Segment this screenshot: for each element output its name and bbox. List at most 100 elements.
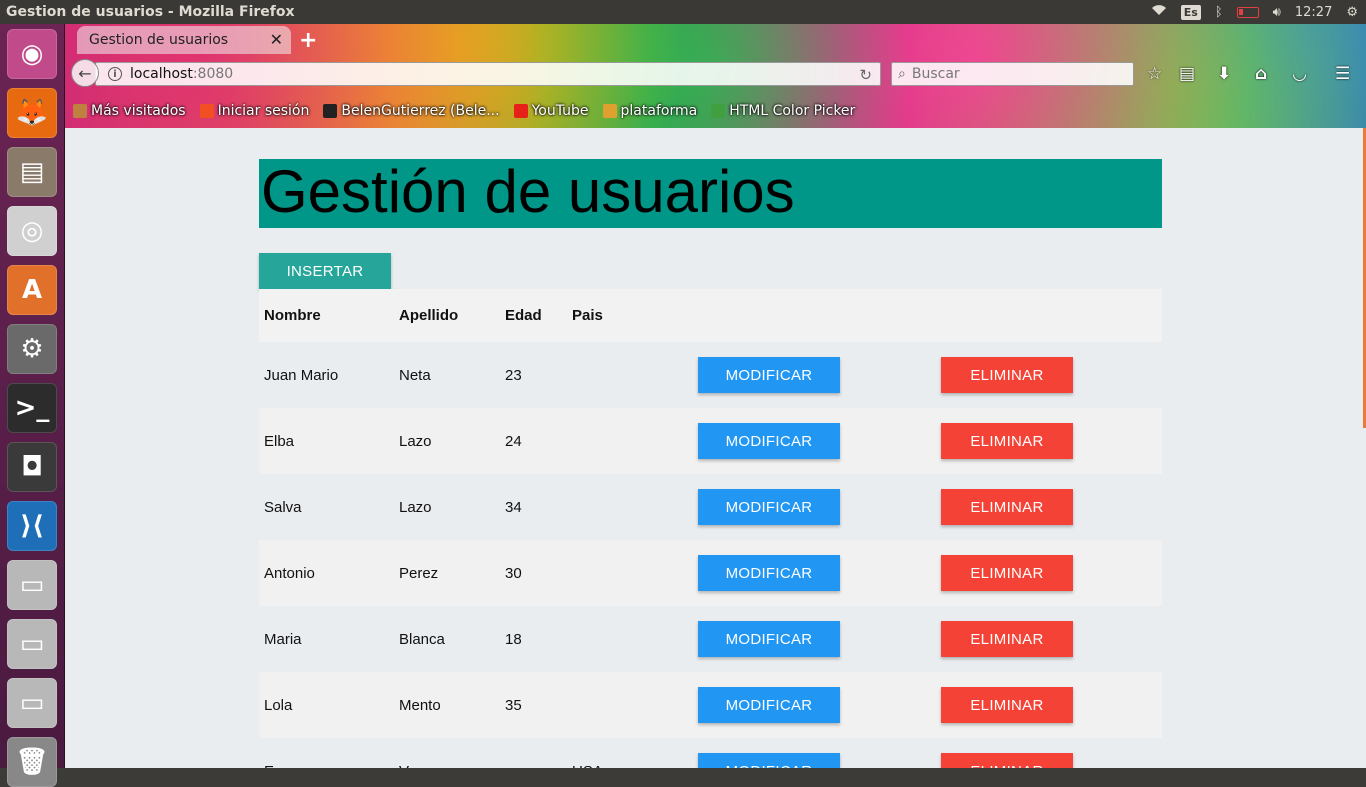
indicators: Es ᛒ 🔊︎ 12:27 ⚙ — [1151, 0, 1358, 24]
tab-title: Gestion de usuarios — [89, 32, 229, 48]
url-host: localhost — [130, 66, 193, 82]
search-bar[interactable]: ⌕ Buscar — [891, 62, 1134, 86]
table-row: Maria Blanca 18 MODIFICAR ELIMINAR — [259, 606, 1162, 672]
cell-edad: 34 — [505, 498, 522, 516]
insert-button[interactable]: INSERTAR — [259, 253, 391, 289]
reading-list-icon[interactable]: ▤ — [1179, 64, 1195, 84]
delete-button[interactable]: ELIMINAR — [941, 621, 1073, 657]
column-header-pais: Pais — [572, 307, 603, 324]
delete-button[interactable]: ELIMINAR — [941, 357, 1073, 393]
bookmark-item[interactable]: HTML Color Picker — [711, 103, 855, 119]
column-header-nombre: Nombre — [264, 307, 321, 324]
launcher-disk-icon[interactable]: ◘ — [7, 442, 57, 492]
bookmark-favicon-icon — [323, 104, 338, 118]
keyboard-layout-indicator[interactable]: Es — [1180, 4, 1201, 20]
cell-apellido: Perez — [399, 564, 439, 582]
modify-button[interactable]: MODIFICAR — [698, 423, 840, 459]
bookmark-label: plataforma — [620, 103, 698, 119]
chrome-glyph: ◎ — [20, 216, 44, 246]
users-table: Nombre Apellido Edad Pais Juan Mario Neta… — [259, 289, 1162, 768]
bookmark-favicon-icon — [199, 104, 214, 118]
cell-nombre: Salva — [264, 498, 302, 516]
bookmark-item[interactable]: Iniciar sesión — [199, 103, 310, 119]
firefox-toolbar: Gestion de usuarios ✕ + i localhost:8080… — [65, 24, 1366, 128]
launcher-drive-2-icon[interactable]: ▭ — [7, 619, 57, 669]
launcher-vscode-icon[interactable]: ⟩⟨ — [7, 501, 57, 551]
cell-nombre: Maria — [264, 630, 302, 648]
bookmark-star-icon[interactable]: ☆ — [1147, 64, 1162, 84]
bookmark-label: Iniciar sesión — [217, 103, 310, 119]
cell-apellido: V — [399, 738, 409, 769]
bookmark-item[interactable]: YouTube — [513, 103, 589, 119]
new-tab-icon[interactable]: + — [299, 28, 317, 53]
reload-icon[interactable]: ↻ — [859, 66, 872, 84]
wifi-icon[interactable] — [1151, 4, 1167, 20]
cell-apellido: Neta — [399, 366, 431, 384]
cell-nombre: Antonio — [264, 564, 315, 582]
launcher-trash-icon[interactable]: 🗑 — [7, 737, 57, 787]
pocket-icon[interactable]: ◡ — [1293, 64, 1306, 84]
modify-button[interactable]: MODIFICAR — [698, 621, 840, 657]
bookmark-favicon-icon — [711, 104, 726, 118]
cell-apellido: Mento — [399, 696, 441, 714]
modify-button[interactable]: MODIFICAR — [698, 489, 840, 525]
clock[interactable]: 12:27 — [1295, 5, 1332, 20]
drive-3-glyph: ▭ — [19, 688, 45, 718]
search-placeholder: Buscar — [911, 66, 960, 82]
cell-apellido: Lazo — [399, 432, 432, 450]
home-icon[interactable]: ⌂ — [1255, 64, 1267, 84]
modify-button[interactable]: MODIFICAR — [698, 687, 840, 723]
cell-nombre: Juan Mario — [264, 366, 339, 384]
unity-launcher: ◉ 🦊 ▤ ◎ A ⚙ >_ ◘ ⟩⟨ ▭ ▭ ▭ 🗑 — [0, 24, 65, 787]
cell-nombre: Lola — [264, 696, 293, 714]
launcher-files-icon[interactable]: ▤ — [7, 147, 57, 197]
delete-button[interactable]: ELIMINAR — [941, 687, 1073, 723]
cell-edad: 24 — [505, 432, 522, 450]
battery-icon[interactable] — [1236, 6, 1259, 18]
cell-edad: 23 — [505, 366, 522, 384]
menu-icon[interactable]: ☰ — [1335, 64, 1350, 84]
cell-apellido: Lazo — [399, 498, 432, 516]
disk-glyph: ◘ — [21, 452, 43, 482]
power-gear-icon[interactable]: ⚙ — [1346, 5, 1358, 20]
trash-glyph: 🗑 — [15, 747, 49, 777]
top-panel: Gestion de usuarios - Mozilla Firefox Es… — [0, 0, 1366, 24]
table-row: Antonio Perez 30 MODIFICAR ELIMINAR — [259, 540, 1162, 606]
bluetooth-icon[interactable]: ᛒ — [1215, 5, 1223, 20]
drive-2-glyph: ▭ — [19, 629, 45, 659]
modify-button[interactable]: MODIFICAR — [698, 753, 840, 768]
launcher-system-settings-icon[interactable]: ⚙ — [7, 324, 57, 374]
bookmarks-toolbar: Más visitados Iniciar sesión BelenGutierre… — [73, 100, 855, 122]
url-bar[interactable]: i localhost:8080 ↻ — [95, 62, 881, 86]
launcher-drive-1-icon[interactable]: ▭ — [7, 560, 57, 610]
downloads-icon[interactable]: ⬇ — [1217, 64, 1231, 84]
files-glyph: ▤ — [19, 157, 45, 187]
delete-button[interactable]: ELIMINAR — [941, 423, 1073, 459]
page-viewport: Gestión de usuarios INSERTAR Nombre Apel… — [65, 128, 1366, 768]
bookmark-item[interactable]: BelenGutierrez (Bele... — [323, 103, 500, 119]
launcher-terminal-icon[interactable]: >_ — [7, 383, 57, 433]
page-title: Gestión de usuarios — [261, 158, 795, 225]
bookmark-item[interactable]: plataforma — [602, 103, 698, 119]
modify-button[interactable]: MODIFICAR — [698, 555, 840, 591]
launcher-drive-3-icon[interactable]: ▭ — [7, 678, 57, 728]
tab-gestion-de-usuarios[interactable]: Gestion de usuarios ✕ — [77, 26, 291, 54]
modify-button[interactable]: MODIFICAR — [698, 357, 840, 393]
bookmark-item[interactable]: Más visitados — [73, 103, 186, 119]
delete-button[interactable]: ELIMINAR — [941, 489, 1073, 525]
software-center-glyph: A — [21, 275, 43, 305]
delete-button[interactable]: ELIMINAR — [941, 555, 1073, 591]
bookmark-label: BelenGutierrez (Bele... — [341, 103, 500, 119]
back-button[interactable]: ← — [71, 59, 99, 87]
drive-1-glyph: ▭ — [19, 570, 45, 600]
launcher-ubuntu-dash-icon[interactable]: ◉ — [7, 29, 57, 79]
launcher-chrome-icon[interactable]: ◎ — [7, 206, 57, 256]
volume-icon[interactable]: 🔊︎ — [1273, 5, 1281, 20]
column-header-edad: Edad — [505, 307, 542, 324]
launcher-software-center-icon[interactable]: A — [7, 265, 57, 315]
delete-button[interactable]: ELIMINAR — [941, 753, 1073, 768]
tab-close-icon[interactable]: ✕ — [270, 30, 283, 49]
launcher-firefox-icon[interactable]: 🦊 — [7, 88, 57, 138]
info-icon[interactable]: i — [108, 67, 122, 81]
table-row: Juan Mario Neta 23 MODIFICAR ELIMINAR — [259, 342, 1162, 408]
